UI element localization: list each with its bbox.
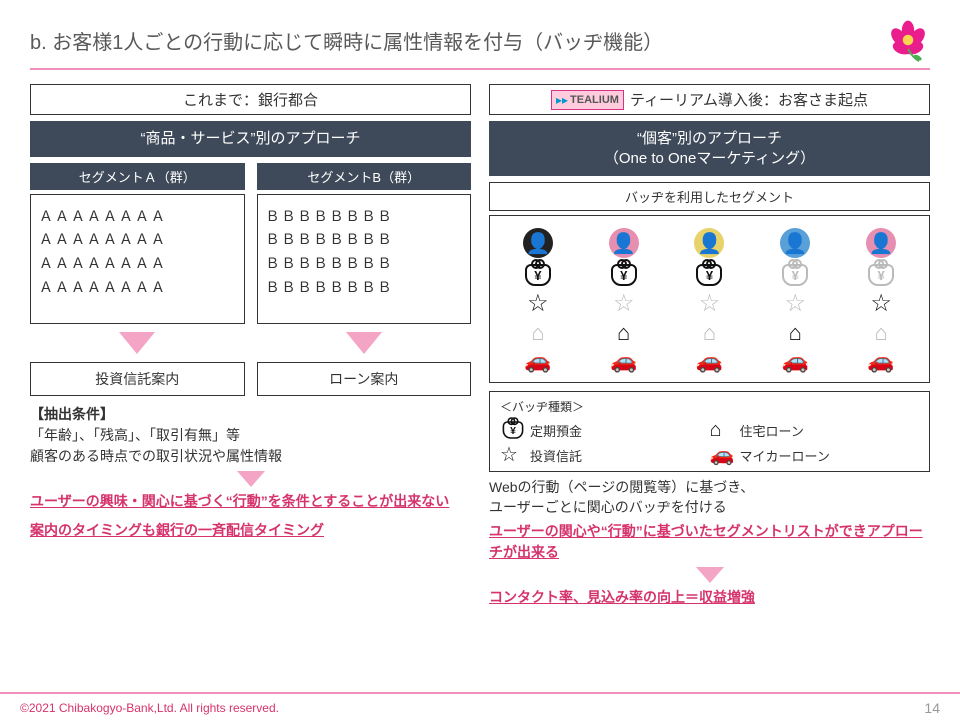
arrow-down-icon [696, 567, 724, 583]
yen-pouch-icon: ¥ [503, 421, 524, 439]
person-icon: 👤 [694, 228, 724, 258]
car-icon: 🚗 [696, 350, 723, 372]
car-icon: 🚗 [867, 350, 894, 372]
tealium-badge: ▸▸ TEALIUM [551, 90, 624, 110]
person-icon: 👤 [609, 228, 639, 258]
right-approach-l1: “個客”別のアプローチ [493, 129, 926, 149]
star-icon: ☆ [527, 292, 549, 316]
yen-pouch-icon: ¥ [782, 264, 808, 286]
house-icon: ⌂ [874, 322, 887, 344]
right-column: ▸▸ TEALIUM ティーリアム導入後：お客さま起点 “個客”別のアプローチ … [489, 84, 930, 608]
seg-a-row: ＡＡＡＡＡＡＡＡ [39, 276, 236, 300]
house-icon: ⌂ [531, 322, 544, 344]
badge-row-yen: ¥ ¥ ¥ ¥ ¥ [496, 262, 923, 288]
star-icon: ☆ [699, 292, 721, 316]
badge-row-star: ☆ ☆ ☆ ☆ ☆ [496, 290, 923, 318]
page-number: 14 [924, 700, 940, 716]
person-icon: 👤 [523, 228, 553, 258]
web-note: Webの行動（ページの閲覧等）に基づき、 ユーザーごとに関心のバッヂを付ける [489, 478, 930, 517]
segment-a-box: ＡＡＡＡＡＡＡＡ ＡＡＡＡＡＡＡＡ ＡＡＡＡＡＡＡＡ ＡＡＡＡＡＡＡＡ [30, 194, 245, 324]
left-column: これまで：銀行都合 “商品・サービス”別のアプローチ セグメントＡ（群） ＡＡＡ… [30, 84, 471, 608]
seg-b-row: ＢＢＢＢＢＢＢＢ [266, 228, 463, 252]
car-icon: 🚗 [782, 350, 809, 372]
right-approach: “個客”別のアプローチ （One to Oneマーケティング） [489, 121, 930, 176]
right-red-note-2: コンタクト率、見込み率の向上＝収益増強 [489, 587, 930, 608]
car-icon: 🚗 [610, 350, 637, 372]
car-icon: 🚗 [710, 445, 740, 465]
seg-a-row: ＡＡＡＡＡＡＡＡ [39, 205, 236, 229]
seg-b-row: ＢＢＢＢＢＢＢＢ [266, 276, 463, 300]
seg-b-row: ＢＢＢＢＢＢＢＢ [266, 252, 463, 276]
badge-row-car: 🚗 🚗 🚗 🚗 🚗 [496, 348, 923, 374]
copyright: ©2021 Chibakogyo-Bank,Ltd. All rights re… [20, 701, 279, 715]
legend-title: ＜バッヂ種類＞ [500, 398, 919, 415]
legend-jutaku: 住宅ローン [740, 421, 920, 440]
right-red-note-1: ユーザーの関心や“行動”に基づいたセグメントリストができアプローチが出来る [489, 521, 930, 563]
tealium-brand-text: TEALIUM [570, 94, 619, 106]
arrow-down-icon [119, 332, 155, 354]
legend-toushin: 投資信託 [530, 446, 710, 465]
seg-b-row: ＢＢＢＢＢＢＢＢ [266, 205, 463, 229]
footer: ©2021 Chibakogyo-Bank,Ltd. All rights re… [0, 692, 960, 720]
house-icon: ⌂ [710, 420, 740, 440]
left-red-note-2: 案内のタイミングも銀行の一斉配信タイミング [30, 520, 471, 541]
star-icon: ☆ [613, 292, 635, 316]
segment-b-head: セグメントB（群） [257, 163, 472, 190]
yen-pouch-icon: ¥ [611, 264, 637, 286]
house-icon: ⌂ [703, 322, 716, 344]
badge-segment-head: バッヂを利用したセグメント [489, 182, 930, 211]
segment-a: セグメントＡ（群） ＡＡＡＡＡＡＡＡ ＡＡＡＡＡＡＡＡ ＡＡＡＡＡＡＡＡ ＡＡＡ… [30, 163, 245, 396]
legend-mycar: マイカーローン [740, 446, 920, 465]
car-icon: 🚗 [524, 350, 551, 372]
case-b: ローン案内 [257, 362, 472, 396]
condition-title: 【抽出条件】 [30, 404, 471, 425]
left-approach: “商品・サービス”別のアプローチ [30, 121, 471, 157]
page-title: b. お客様1人ごとの行動に応じて瞬時に属性情報を付与（バッヂ機能） [30, 26, 663, 55]
title-divider [30, 68, 930, 70]
seg-a-row: ＡＡＡＡＡＡＡＡ [39, 252, 236, 276]
yen-pouch-icon: ¥ [696, 264, 722, 286]
segment-b: セグメントB（群） ＢＢＢＢＢＢＢＢ ＢＢＢＢＢＢＢＢ ＢＢＢＢＢＢＢＢ ＢＢＢ… [257, 163, 472, 396]
condition-body: 「年齢」、「残高」、「取引有無」等 顧客のある時点での取引状況や属性情報 [30, 425, 471, 467]
segment-b-box: ＢＢＢＢＢＢＢＢ ＢＢＢＢＢＢＢＢ ＢＢＢＢＢＢＢＢ ＢＢＢＢＢＢＢＢ [257, 194, 472, 324]
seg-a-row: ＡＡＡＡＡＡＡＡ [39, 228, 236, 252]
left-red-note-1: ユーザーの興味・関心に基づく“行動”を条件とすることが出来ない [30, 491, 471, 512]
badge-row-house: ⌂ ⌂ ⌂ ⌂ ⌂ [496, 320, 923, 346]
yen-pouch-icon: ¥ [868, 264, 894, 286]
yen-pouch-icon: ¥ [525, 264, 551, 286]
person-icon: 👤 [780, 228, 810, 258]
segment-a-head: セグメントＡ（群） [30, 163, 245, 190]
arrow-down-icon [237, 471, 265, 487]
left-header: これまで：銀行都合 [30, 84, 471, 115]
badge-legend: ＜バッヂ種類＞ ¥ 定期預金 ⌂ 住宅ローン ☆ 投資信託 🚗 マイカーローン [489, 391, 930, 472]
case-a: 投資信託案内 [30, 362, 245, 396]
right-approach-l2: （One to Oneマーケティング） [493, 149, 926, 169]
badge-grid: 👤 👤 👤 👤 👤 ¥ ¥ ¥ ¥ ¥ ☆ [489, 215, 930, 383]
house-icon: ⌂ [617, 322, 630, 344]
legend-teiki: 定期預金 [530, 421, 710, 440]
badge-row-head: 👤 👤 👤 👤 👤 [496, 226, 923, 260]
flower-icon [886, 18, 930, 62]
house-icon: ⌂ [789, 322, 802, 344]
arrow-down-icon [346, 332, 382, 354]
person-icon: 👤 [866, 228, 896, 258]
star-icon: ☆ [785, 292, 807, 316]
tealium-icon: ▸▸ [556, 93, 568, 107]
right-header-text: ティーリアム導入後：お客さま起点 [630, 89, 868, 110]
star-icon: ☆ [500, 445, 530, 465]
star-icon: ☆ [870, 292, 892, 316]
right-header: ▸▸ TEALIUM ティーリアム導入後：お客さま起点 [489, 84, 930, 115]
